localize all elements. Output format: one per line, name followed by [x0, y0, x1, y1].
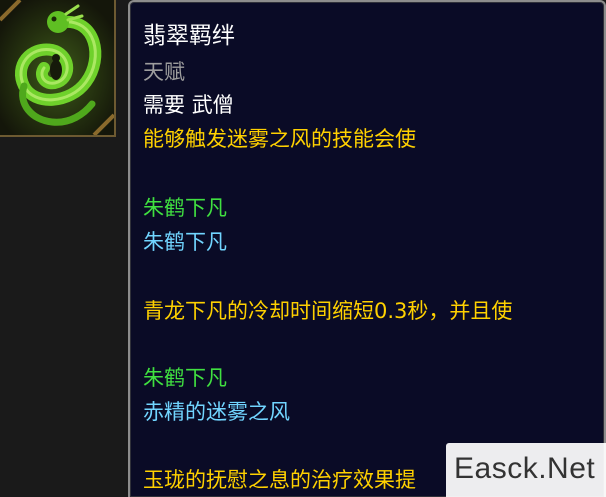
requirement-label: 需要 [143, 93, 185, 117]
spell-link-line[interactable]: 赤精的迷雾之风 [143, 398, 290, 426]
watermark-text: Easck.Net [454, 452, 596, 485]
requirement-class: 武僧 [191, 93, 234, 117]
spell-name-line: 朱鹤下凡 [143, 196, 227, 220]
description-line: 玉珑的抚慰之息的治疗效果提 [143, 468, 416, 492]
talent-tooltip: 翡翠羁绊 天赋 需要 武僧 能够触发迷雾之风的技能会使 朱鹤下凡 朱鹤下凡 青龙… [128, 0, 606, 497]
class-requirement: 需要 武僧 [143, 91, 234, 119]
talent-icon[interactable] [0, 0, 116, 137]
talent-title: 翡翠羁绊 [143, 23, 235, 49]
description-line: 青龙下凡的冷却时间缩短0.3秒，并且使 [143, 299, 513, 323]
spell-name-line: 朱鹤下凡 [143, 366, 227, 390]
talent-type: 天赋 [143, 60, 185, 84]
jade-serpent-icon [0, 0, 114, 135]
site-watermark: Easck.Net [446, 443, 606, 497]
spell-link-line[interactable]: 朱鹤下凡 [143, 228, 227, 256]
description-line: 能够触发迷雾之风的技能会使 [143, 127, 416, 151]
